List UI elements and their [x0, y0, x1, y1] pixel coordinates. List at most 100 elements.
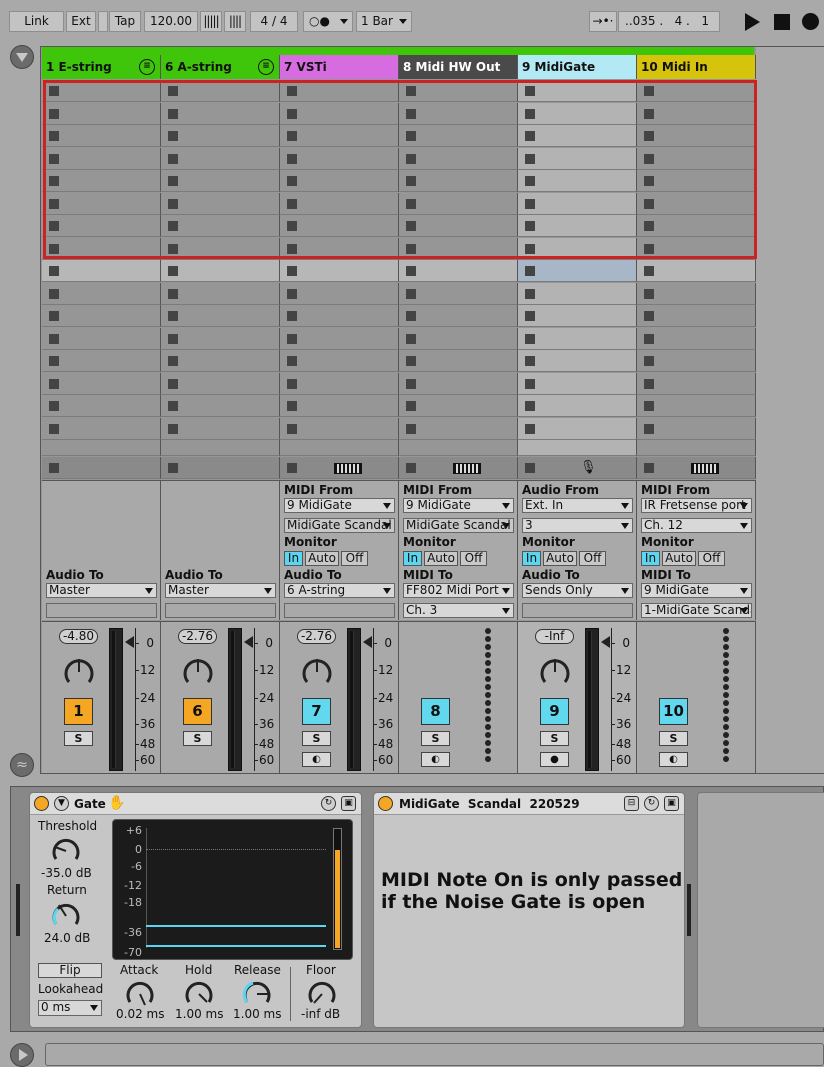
- solo-button[interactable]: S: [183, 731, 212, 746]
- clip-slot[interactable]: [637, 328, 756, 350]
- track-stop-row[interactable]: [637, 457, 756, 479]
- clip-slot[interactable]: [161, 305, 280, 327]
- input-channel-dropdown[interactable]: MidiGate Scandal: [403, 518, 514, 533]
- track-stop-row[interactable]: [280, 457, 399, 479]
- monitor-auto-button[interactable]: Auto: [543, 551, 577, 566]
- volume-field[interactable]: -2.76: [178, 629, 217, 644]
- clip-slot[interactable]: [42, 395, 161, 417]
- clip-slot[interactable]: [518, 283, 637, 305]
- clip-slot[interactable]: [518, 350, 637, 372]
- link-button[interactable]: Link: [9, 11, 64, 32]
- pan-knob[interactable]: [182, 656, 214, 688]
- clip-slot[interactable]: [399, 350, 518, 372]
- fader-handle[interactable]: [125, 636, 134, 648]
- audio-to-channel[interactable]: [46, 603, 157, 618]
- midigate-hotswap-icon[interactable]: ↻: [644, 796, 659, 811]
- monitor-in-button[interactable]: In: [522, 551, 541, 566]
- stop-icon[interactable]: [774, 14, 790, 30]
- audio-to-dropdown[interactable]: Master: [46, 583, 157, 598]
- clip-slot[interactable]: [399, 373, 518, 395]
- track-header-4[interactable]: 9 MidiGate: [518, 55, 637, 79]
- output-to-dropdown[interactable]: Sends Only: [522, 583, 633, 598]
- clip-slot[interactable]: [42, 260, 161, 282]
- clip-slot[interactable]: [518, 328, 637, 350]
- session-view-toggle[interactable]: [10, 45, 34, 69]
- audio-to-channel[interactable]: [165, 603, 276, 618]
- tap-tempo-button[interactable]: Tap: [109, 11, 141, 32]
- clip-slot[interactable]: [42, 418, 161, 440]
- monitor-auto-button[interactable]: Auto: [305, 551, 339, 566]
- track-activator-button[interactable]: 7: [302, 698, 331, 725]
- clip-slot[interactable]: [161, 283, 280, 305]
- monitor-auto-button[interactable]: Auto: [424, 551, 458, 566]
- clip-slot[interactable]: [280, 418, 399, 440]
- clip-slot[interactable]: [399, 395, 518, 417]
- gate-save-icon[interactable]: ▣: [341, 796, 356, 811]
- time-signature-field[interactable]: 4 / 4: [250, 11, 298, 32]
- clip-slot[interactable]: [280, 305, 399, 327]
- pan-knob[interactable]: [301, 656, 333, 688]
- volume-field[interactable]: -4.80: [59, 629, 98, 644]
- flip-button[interactable]: Flip: [38, 963, 102, 978]
- track-activator-button[interactable]: 9: [540, 698, 569, 725]
- track-stop-row[interactable]: [42, 457, 161, 479]
- midigate-save-icon[interactable]: ▣: [664, 796, 679, 811]
- solo-button[interactable]: S: [302, 731, 331, 746]
- track-activator-button[interactable]: 8: [421, 698, 450, 725]
- clip-slot[interactable]: [42, 350, 161, 372]
- input-from-dropdown[interactable]: 9 MidiGate: [403, 498, 514, 513]
- metronome-button[interactable]: ○●: [303, 11, 353, 32]
- nudge-down-icon[interactable]: |||||: [200, 11, 222, 32]
- pan-knob[interactable]: [63, 656, 95, 688]
- mixer-toggle[interactable]: ≈: [10, 753, 34, 777]
- input-from-dropdown[interactable]: IR Fretsense port: [641, 498, 752, 513]
- arm-button[interactable]: ◐: [659, 752, 688, 767]
- record-icon[interactable]: [802, 13, 819, 30]
- midigate-edit-icon[interactable]: ⊟: [624, 796, 639, 811]
- solo-button[interactable]: S: [64, 731, 93, 746]
- song-position-field[interactable]: ..035 . 4 . 1: [618, 11, 720, 32]
- track-header-0[interactable]: 1 E-string ≡: [42, 55, 161, 79]
- clip-slot[interactable]: [42, 283, 161, 305]
- clip-slot[interactable]: [161, 260, 280, 282]
- clip-slot[interactable]: [518, 260, 637, 282]
- lookahead-dropdown[interactable]: 0 ms: [38, 1000, 102, 1016]
- midigate-power-button[interactable]: [378, 796, 393, 811]
- pan-knob[interactable]: [539, 656, 571, 688]
- clip-slot[interactable]: [637, 395, 756, 417]
- track-header-1[interactable]: 6 A-string ≡: [161, 55, 280, 79]
- output-channel[interactable]: [522, 603, 633, 618]
- input-from-dropdown[interactable]: 9 MidiGate: [284, 498, 395, 513]
- clip-slot[interactable]: [161, 418, 280, 440]
- monitor-in-button[interactable]: In: [403, 551, 422, 566]
- clip-slot[interactable]: [637, 305, 756, 327]
- clip-slot[interactable]: [399, 418, 518, 440]
- audio-to-dropdown[interactable]: Master: [165, 583, 276, 598]
- clip-slot[interactable]: [161, 328, 280, 350]
- gate-power-button[interactable]: [34, 796, 49, 811]
- solo-button[interactable]: S: [659, 731, 688, 746]
- track-header-2[interactable]: 7 VSTi: [280, 55, 399, 79]
- monitor-off-button[interactable]: Off: [460, 551, 487, 566]
- arm-button[interactable]: ◐: [302, 752, 331, 767]
- volume-field[interactable]: -2.76: [297, 629, 336, 644]
- fader-handle[interactable]: [244, 636, 253, 648]
- clip-slot[interactable]: [280, 395, 399, 417]
- clip-slot[interactable]: [280, 283, 399, 305]
- clip-slot[interactable]: [637, 350, 756, 372]
- clip-slot[interactable]: [161, 395, 280, 417]
- clip-slot[interactable]: [399, 305, 518, 327]
- clip-slot[interactable]: [399, 283, 518, 305]
- clip-slot[interactable]: [637, 418, 756, 440]
- track-activator-button[interactable]: 6: [183, 698, 212, 725]
- return-knob[interactable]: [50, 900, 82, 932]
- tempo-field[interactable]: 120.00: [144, 11, 198, 32]
- nudge-up-icon[interactable]: ||||: [224, 11, 246, 32]
- clip-slot[interactable]: [280, 328, 399, 350]
- track-activator-button[interactable]: 1: [64, 698, 93, 725]
- folder-icon[interactable]: ≡: [139, 59, 155, 75]
- quantization-dropdown[interactable]: 1 Bar: [356, 11, 412, 32]
- clip-slot[interactable]: [518, 373, 637, 395]
- clip-slot[interactable]: [42, 373, 161, 395]
- attack-knob[interactable]: [124, 978, 156, 1010]
